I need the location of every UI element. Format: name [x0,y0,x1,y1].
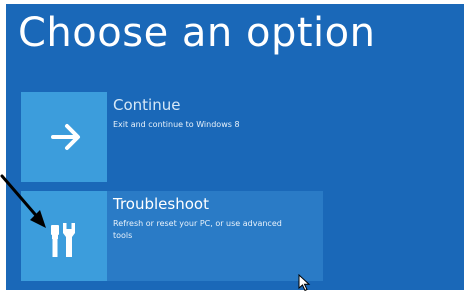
continue-title: Continue [113,96,181,114]
mouse-cursor-icon [298,274,311,292]
choose-option-panel: Choose an option Continue Exit and conti… [6,4,464,290]
continue-tile[interactable] [21,92,107,182]
troubleshoot-title: Troubleshoot [113,195,209,213]
continue-option[interactable]: Continue Exit and continue to Windows 8 [21,92,323,182]
arrow-right-icon [51,124,80,150]
troubleshoot-description: Refresh or reset your PC, or use advance… [113,219,282,240]
page-title: Choose an option [18,10,376,56]
continue-description: Exit and continue to Windows 8 [113,120,240,129]
recovery-screen: Choose an option Continue Exit and conti… [0,0,467,293]
pointer-arrow-icon [0,174,46,228]
troubleshoot-option[interactable]: Troubleshoot Refresh or reset your PC, o… [21,191,323,281]
